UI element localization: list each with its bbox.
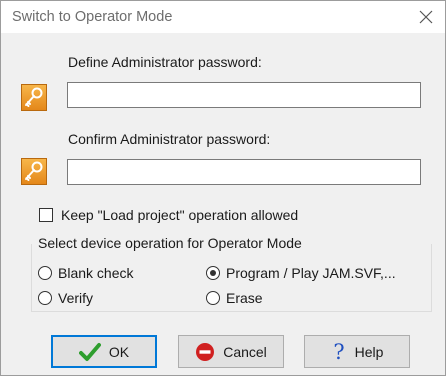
key-icon <box>21 158 47 185</box>
define-password-label: Define Administrator password: <box>68 54 262 70</box>
radio-verify[interactable] <box>38 291 52 305</box>
close-button[interactable] <box>411 3 441 31</box>
keep-load-checkbox[interactable] <box>39 208 53 222</box>
svg-text:?: ? <box>333 341 344 363</box>
ok-button[interactable]: OK <box>51 335 157 368</box>
define-password-input[interactable] <box>67 82 421 108</box>
radio-erase[interactable] <box>206 291 220 305</box>
cancel-button[interactable]: Cancel <box>178 335 284 368</box>
key-icon <box>21 84 47 111</box>
question-icon: ? <box>331 341 347 363</box>
close-icon <box>419 10 433 24</box>
radio-verify-label[interactable]: Verify <box>58 290 93 306</box>
ok-button-label: OK <box>108 343 130 360</box>
no-entry-icon <box>195 342 215 362</box>
radio-blank-check[interactable] <box>38 266 52 280</box>
confirm-password-label: Confirm Administrator password: <box>68 131 271 147</box>
operation-group-title: Select device operation for Operator Mod… <box>38 235 305 251</box>
help-button-label: Help <box>354 343 384 360</box>
dialog-title: Switch to Operator Mode <box>12 9 173 25</box>
cancel-button-label: Cancel <box>223 343 267 360</box>
radio-erase-label[interactable]: Erase <box>226 290 263 306</box>
radio-program-play[interactable] <box>206 266 220 280</box>
checkmark-icon <box>78 342 101 362</box>
radio-blank-check-label[interactable]: Blank check <box>58 265 133 281</box>
radio-program-play-label[interactable]: Program / Play JAM.SVF,... <box>226 265 396 281</box>
dialog-window: Switch to Operator Mode Define Administr… <box>0 0 446 376</box>
keep-load-label[interactable]: Keep "Load project" operation allowed <box>61 207 298 223</box>
confirm-password-input[interactable] <box>67 159 421 185</box>
title-bar: Switch to Operator Mode <box>1 1 445 33</box>
help-button[interactable]: ? Help <box>304 335 410 368</box>
